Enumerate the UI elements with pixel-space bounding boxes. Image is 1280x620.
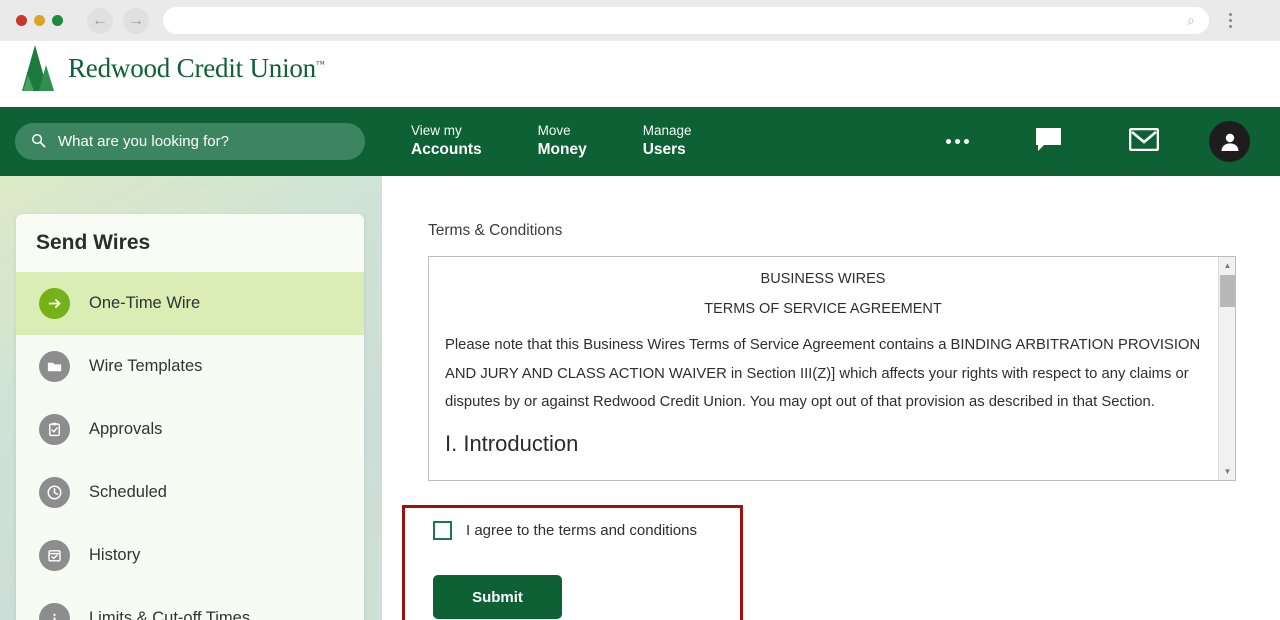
- redwood-tree-logo-icon: [22, 45, 54, 91]
- sidebar-item-limits-cutoff-times-label: Limits & Cut-off Times: [89, 609, 251, 620]
- terms-paragraph: Please note that this Business Wires Ter…: [445, 337, 1201, 410]
- scroll-up-icon[interactable]: ▲: [1219, 257, 1235, 274]
- agreement-highlight-region: I agree to the terms and conditions Subm…: [402, 505, 743, 620]
- sidebar-item-limits-cutoff-times[interactable]: Limits & Cut-off Times: [16, 587, 364, 620]
- sidebar-item-one-time-wire[interactable]: One-Time Wire: [16, 272, 364, 335]
- search-icon: [31, 133, 46, 151]
- nav-item-money-small: Move: [537, 123, 571, 139]
- terms-scrollbar[interactable]: ▲ ▼: [1218, 257, 1235, 480]
- terms-heading-business-wires: BUSINESS WIRES: [760, 271, 886, 287]
- brand-name: Redwood Credit Union™: [68, 52, 325, 83]
- close-window-button[interactable]: [16, 15, 27, 26]
- nav-item-accounts-large: Accounts: [411, 141, 482, 159]
- nav-items: View my Accounts Move Money Manage Users: [411, 123, 748, 159]
- back-icon[interactable]: ←: [87, 7, 113, 34]
- scrollbar-thumb[interactable]: [1220, 275, 1235, 307]
- folder-icon: [39, 351, 70, 382]
- nav-item-money-large: Money: [537, 141, 587, 159]
- terms-text-area: BUSINESS WIRES TERMS OF SERVICE AGREEMEN…: [429, 257, 1217, 480]
- submit-button[interactable]: Submit: [433, 575, 562, 619]
- sidebar-item-wire-templates[interactable]: Wire Templates: [16, 335, 364, 398]
- window-traffic-lights: [16, 15, 63, 26]
- maximize-window-button[interactable]: [52, 15, 63, 26]
- search-input[interactable]: [58, 133, 349, 150]
- nav-item-money[interactable]: Move Money: [538, 123, 587, 159]
- agree-terms-checkbox[interactable]: [433, 521, 452, 540]
- more-horizontal-icon[interactable]: [946, 139, 969, 144]
- info-icon: [39, 603, 70, 620]
- terms-heading-service-agreement: TERMS OF SERVICE AGREEMENT: [704, 301, 942, 317]
- sidebar-item-approvals-label: Approvals: [89, 420, 163, 438]
- address-search-icon[interactable]: ⌕: [1187, 12, 1195, 29]
- clock-icon: [39, 477, 70, 508]
- send-wires-sidebar: Send Wires One-Time Wire Wire Templates …: [16, 214, 364, 620]
- sidebar-item-scheduled-label: Scheduled: [89, 483, 167, 501]
- brand-trademark: ™: [315, 58, 325, 69]
- terms-conditions-label: Terms & Conditions: [428, 222, 563, 239]
- sidebar-item-wire-templates-label: Wire Templates: [89, 357, 203, 375]
- sidebar-item-scheduled[interactable]: Scheduled: [16, 461, 364, 524]
- sidebar-item-history-label: History: [89, 546, 141, 564]
- terms-section-introduction: I. Introduction: [445, 430, 579, 456]
- sidebar-item-history[interactable]: History: [16, 524, 364, 587]
- main-panel: Terms & Conditions BUSINESS WIRES TERMS …: [382, 176, 1280, 620]
- address-bar[interactable]: ⌕: [163, 7, 1209, 34]
- body-area: Send Wires One-Time Wire Wire Templates …: [0, 176, 1280, 620]
- nav-item-accounts-small: View my: [411, 123, 462, 139]
- minimize-window-button[interactable]: [34, 15, 45, 26]
- arrow-right-icon: [39, 288, 70, 319]
- nav-utility-icons: [946, 107, 1280, 176]
- forward-icon[interactable]: →: [123, 7, 149, 34]
- terms-conditions-scrollbox[interactable]: BUSINESS WIRES TERMS OF SERVICE AGREEMEN…: [428, 256, 1236, 481]
- calendar-check-icon: [39, 540, 70, 571]
- browser-navigation: ← →: [87, 7, 149, 34]
- brand-logo[interactable]: Redwood Credit Union™: [22, 45, 325, 91]
- nav-item-users-small: Manage: [642, 123, 692, 139]
- page-content: Redwood Credit Union Redwood Credit Unio…: [0, 41, 1280, 620]
- sidebar-item-approvals[interactable]: Approvals: [16, 398, 364, 461]
- agreement-checkbox-row[interactable]: I agree to the terms and conditions: [433, 521, 697, 540]
- site-search[interactable]: [15, 123, 365, 160]
- site-header: Redwood Credit Union™: [0, 41, 1280, 100]
- user-avatar-icon[interactable]: [1209, 121, 1250, 162]
- page-title: Send Wires: [16, 214, 364, 272]
- sidebar-item-one-time-wire-label: One-Time Wire: [89, 294, 201, 312]
- nav-item-users-large: Users: [642, 141, 686, 159]
- clipboard-check-icon: [39, 414, 70, 445]
- primary-navigation: View my Accounts Move Money Manage Users: [0, 107, 1280, 176]
- browser-chrome: ← → ⌕: [0, 0, 1280, 41]
- agree-terms-label: I agree to the terms and conditions: [466, 522, 697, 539]
- scroll-down-icon[interactable]: ▼: [1219, 463, 1235, 480]
- nav-item-accounts[interactable]: View my Accounts: [411, 123, 482, 159]
- nav-item-users[interactable]: Manage Users: [643, 123, 692, 159]
- chat-bubble-icon[interactable]: [1034, 126, 1063, 158]
- browser-menu-icon[interactable]: [1219, 7, 1241, 34]
- envelope-icon[interactable]: [1128, 127, 1160, 156]
